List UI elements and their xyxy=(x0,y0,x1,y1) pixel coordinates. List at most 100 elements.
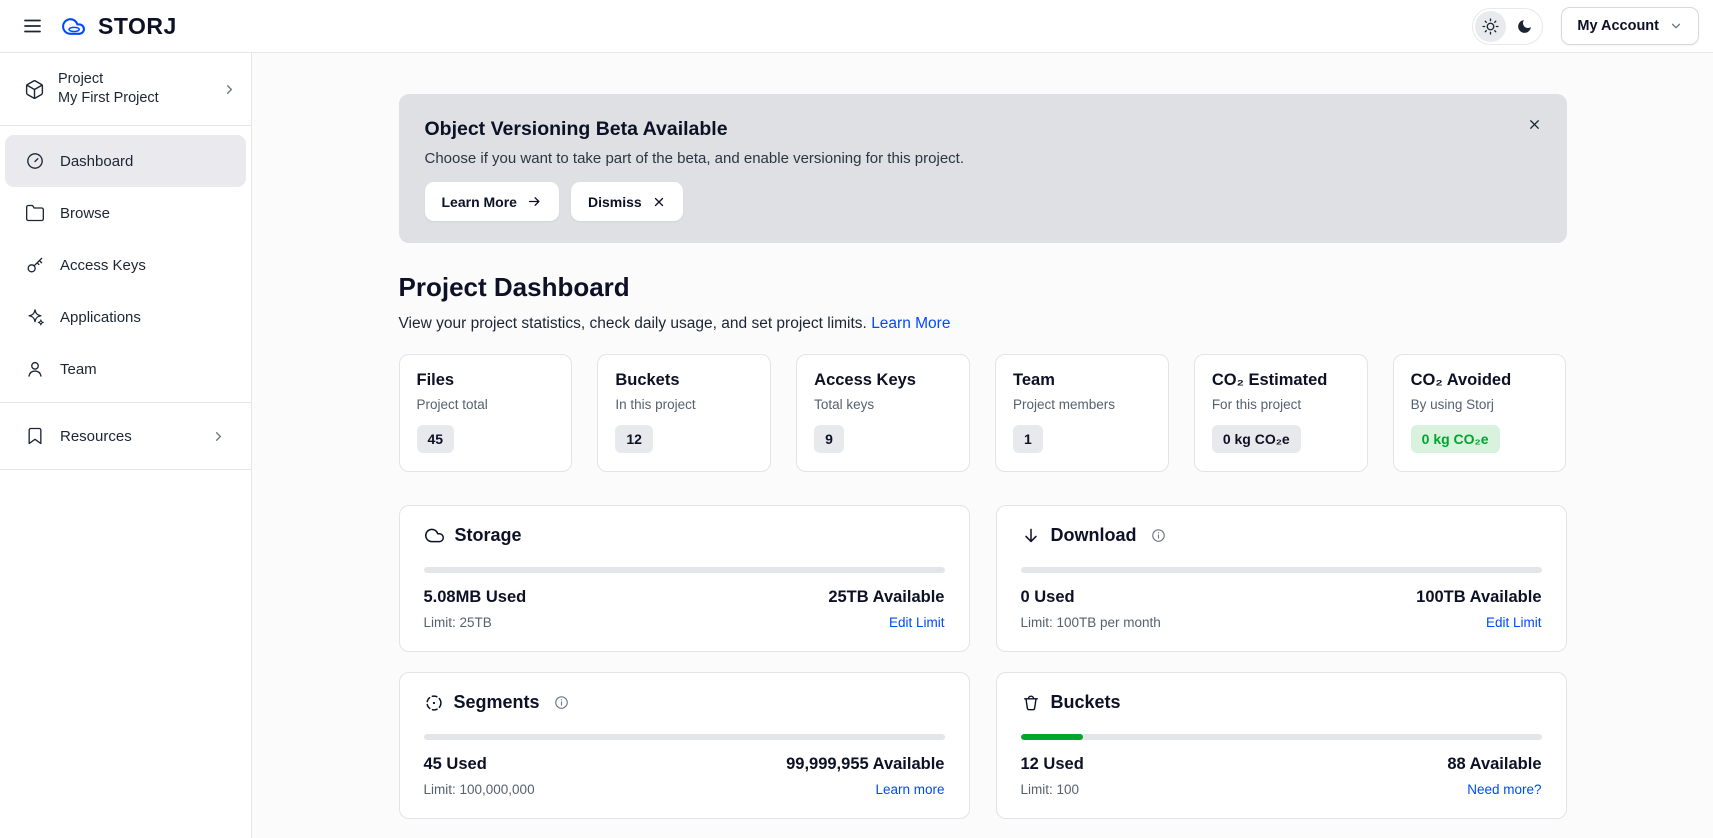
used-value: 0 Used xyxy=(1021,588,1075,607)
arrow-right-icon xyxy=(527,194,542,209)
dark-mode-button[interactable] xyxy=(1509,11,1540,42)
page-subtitle: View your project statistics, check dail… xyxy=(399,315,1567,333)
usage-values: 5.08MB Used 25TB Available xyxy=(424,588,945,607)
usage-footer: Limit: 100,000,000 Learn more xyxy=(424,782,945,797)
stat-subtitle: For this project xyxy=(1212,397,1350,412)
moon-icon xyxy=(1516,18,1533,35)
download-icon xyxy=(1021,526,1041,546)
stat-value-badge: 0 kg CO₂e xyxy=(1212,425,1301,453)
dismiss-label: Dismiss xyxy=(588,194,642,210)
stat-title: CO₂ Estimated xyxy=(1212,371,1350,390)
banner-actions: Learn More Dismiss xyxy=(425,182,1541,221)
close-icon xyxy=(1527,117,1542,132)
usage-footer: Limit: 100 Need more? xyxy=(1021,782,1542,797)
stat-value-badge: 12 xyxy=(615,425,653,453)
sidebar-item-applications[interactable]: Applications xyxy=(5,291,246,343)
need-more-link[interactable]: Need more? xyxy=(1467,782,1541,797)
usage-values: 12 Used 88 Available xyxy=(1021,755,1542,774)
sidebar-item-label: Access Keys xyxy=(60,257,146,274)
available-value: 100TB Available xyxy=(1416,588,1541,607)
cloud-icon xyxy=(424,525,445,546)
learn-more-button[interactable]: Learn More xyxy=(425,182,559,221)
stat-value-badge: 0 kg CO₂e xyxy=(1411,425,1500,453)
close-icon xyxy=(652,195,666,209)
logo-text: STORJ xyxy=(98,13,177,40)
usage-values: 0 Used 100TB Available xyxy=(1021,588,1542,607)
sidebar-nav: Dashboard Browse Access Keys xyxy=(0,126,251,470)
topbar: STORJ My Account xyxy=(0,0,1713,53)
page-subtitle-text: View your project statistics, check dail… xyxy=(399,315,867,332)
sidebar-item-label: Applications xyxy=(60,309,141,326)
progress-bar xyxy=(424,734,945,740)
folder-icon xyxy=(25,203,45,223)
available-value: 99,999,955 Available xyxy=(786,755,944,774)
edit-limit-link[interactable]: Edit Limit xyxy=(1486,615,1542,630)
sidebar-item-resources[interactable]: Resources xyxy=(5,410,246,462)
used-value: 45 Used xyxy=(424,755,487,774)
progress-bar xyxy=(1021,734,1542,740)
stat-subtitle: Project members xyxy=(1013,397,1151,412)
banner-description: Choose if you want to take part of the b… xyxy=(425,150,1541,167)
progress-bar xyxy=(1021,567,1542,573)
sidebar-item-access-keys[interactable]: Access Keys xyxy=(5,239,246,291)
usage-card-header: Download xyxy=(1021,525,1542,546)
usage-values: 45 Used 99,999,955 Available xyxy=(424,755,945,774)
chevron-down-icon xyxy=(1669,19,1683,33)
project-text: Project My First Project xyxy=(58,70,209,108)
my-account-button[interactable]: My Account xyxy=(1561,7,1699,45)
main-content: Object Versioning Beta Available Choose … xyxy=(252,53,1713,838)
key-icon xyxy=(25,255,45,275)
usage-footer: Limit: 100TB per month Edit Limit xyxy=(1021,615,1542,630)
progress-bar xyxy=(424,567,945,573)
dismiss-button[interactable]: Dismiss xyxy=(571,182,683,221)
chevron-right-icon xyxy=(211,429,226,444)
project-label: Project xyxy=(58,70,209,89)
banner-close-button[interactable] xyxy=(1521,110,1549,138)
usage-card-storage: Storage 5.08MB Used 25TB Available Limit… xyxy=(399,505,970,652)
stat-value-badge: 45 xyxy=(417,425,455,453)
learn-more-link[interactable]: Learn More xyxy=(871,315,950,332)
available-value: 88 Available xyxy=(1447,755,1541,774)
light-mode-button[interactable] xyxy=(1475,11,1506,42)
info-icon[interactable] xyxy=(554,695,569,710)
usage-card-buckets: Buckets 12 Used 88 Available Limit: 100 … xyxy=(996,672,1567,819)
sidebar-item-label: Browse xyxy=(60,205,110,222)
usage-card-title: Storage xyxy=(455,525,522,546)
bookmark-icon xyxy=(25,426,45,446)
project-box-icon xyxy=(24,79,45,100)
team-icon xyxy=(25,359,45,379)
stat-card-access-keys: Access Keys Total keys 9 xyxy=(796,354,970,472)
usage-card-title: Segments xyxy=(454,692,540,713)
progress-fill xyxy=(1021,734,1084,740)
page-title: Project Dashboard xyxy=(399,272,1567,303)
theme-toggle xyxy=(1472,8,1543,45)
bucket-icon xyxy=(1021,693,1041,713)
stat-card-co2-avoided: CO₂ Avoided By using Storj 0 kg CO₂e xyxy=(1393,354,1567,472)
banner-title: Object Versioning Beta Available xyxy=(425,118,1541,141)
limit-text: Limit: 100TB per month xyxy=(1021,615,1161,630)
stat-title: CO₂ Avoided xyxy=(1411,371,1549,390)
usage-card-download: Download 0 Used xyxy=(996,505,1567,652)
my-account-label: My Account xyxy=(1577,18,1659,34)
menu-toggle-button[interactable] xyxy=(12,6,52,46)
usage-grid: Storage 5.08MB Used 25TB Available Limit… xyxy=(399,505,1567,819)
stats-row: Files Project total 45 Buckets In this p… xyxy=(399,354,1567,472)
limit-text: Limit: 25TB xyxy=(424,615,492,630)
limit-text: Limit: 100,000,000 xyxy=(424,782,535,797)
project-selector[interactable]: Project My First Project xyxy=(0,53,251,126)
sidebar-divider xyxy=(0,402,251,403)
info-icon[interactable] xyxy=(1151,528,1166,543)
versioning-banner: Object Versioning Beta Available Choose … xyxy=(399,94,1567,243)
stat-card-co2-estimated: CO₂ Estimated For this project 0 kg CO₂e xyxy=(1194,354,1368,472)
stat-title: Team xyxy=(1013,371,1151,390)
learn-more-link[interactable]: Learn more xyxy=(875,782,944,797)
edit-limit-link[interactable]: Edit Limit xyxy=(889,615,945,630)
project-name: My First Project xyxy=(58,89,209,108)
used-value: 5.08MB Used xyxy=(424,588,527,607)
sidebar-item-browse[interactable]: Browse xyxy=(5,187,246,239)
segments-icon xyxy=(424,693,444,713)
stat-subtitle: Total keys xyxy=(814,397,952,412)
sidebar-item-label: Team xyxy=(60,361,97,378)
sidebar-item-team[interactable]: Team xyxy=(5,343,246,395)
sidebar-item-dashboard[interactable]: Dashboard xyxy=(5,135,246,187)
